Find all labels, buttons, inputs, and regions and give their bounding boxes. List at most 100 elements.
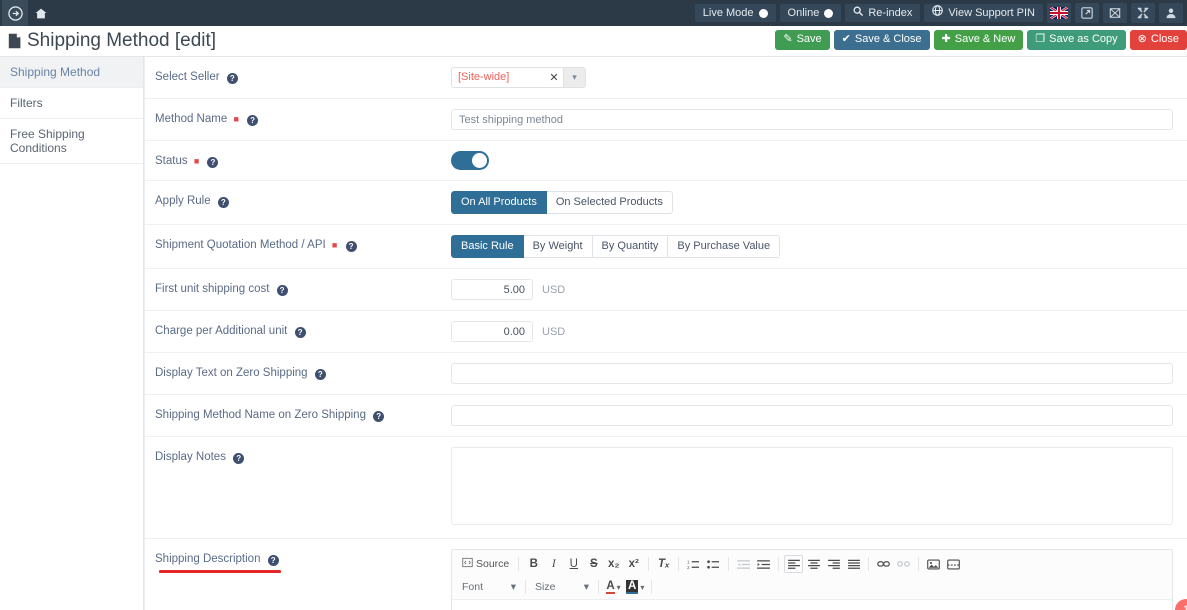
help-icon[interactable]: ? <box>314 369 326 380</box>
topbar-right-group: Live Mode Online Re-index View Support P… <box>694 3 1185 23</box>
seller-select-value: [Site-wide] <box>458 71 510 83</box>
broken-image-icon[interactable] <box>1103 3 1127 23</box>
background-color-button[interactable]: A ▾ <box>624 578 646 596</box>
increase-indent-button[interactable] <box>754 555 773 573</box>
label-additional-unit-cost: Charge per Additional unit ? <box>155 321 451 338</box>
method-name-input[interactable] <box>451 109 1173 130</box>
font-size-select[interactable]: Size ▾ <box>531 579 593 596</box>
quotation-option-by-quantity[interactable]: By Quantity <box>592 235 669 258</box>
save-as-copy-button[interactable]: ❐ Save as Copy <box>1027 30 1126 50</box>
help-icon[interactable]: ? <box>276 285 288 296</box>
save-as-copy-label: Save as Copy <box>1049 33 1118 45</box>
save-and-new-button[interactable]: ✚ Save & New <box>933 30 1024 50</box>
action-toolbar: ✎ Save ✔ Save & Close ✚ Save & New ❐ Sav… <box>775 30 1187 50</box>
display-notes-textarea[interactable] <box>451 447 1173 525</box>
label-text: First unit shipping cost <box>155 283 270 295</box>
online-status-toggle[interactable]: Online <box>779 4 842 22</box>
sidebar-item-label: Free Shipping Conditions <box>10 127 85 155</box>
sidebar-item-filters[interactable]: Filters <box>0 88 143 119</box>
italic-button[interactable]: I <box>544 555 563 573</box>
help-icon[interactable]: ? <box>294 327 306 338</box>
apply-rule-option-all-products[interactable]: On All Products <box>451 191 547 214</box>
sidebar-item-label: Filters <box>10 96 43 110</box>
apply-rule-option-selected-products[interactable]: On Selected Products <box>546 191 673 214</box>
page-break-button[interactable] <box>944 555 963 573</box>
close-button[interactable]: ⊗ Close <box>1129 30 1187 50</box>
quotation-option-by-weight[interactable]: By Weight <box>523 235 593 258</box>
subscript-button[interactable]: x₂ <box>604 555 623 573</box>
quotation-option-by-purchase-value[interactable]: By Purchase Value <box>668 235 781 258</box>
align-center-button[interactable] <box>804 555 823 573</box>
field-row-shipping-description: Shipping Description ? Source B I U S x₂… <box>145 539 1187 610</box>
first-unit-cost-input[interactable] <box>451 279 533 300</box>
text-color-button[interactable]: A ▾ <box>604 578 623 596</box>
field-row-method-name: Method Name ■ ? <box>145 99 1187 141</box>
zero-shipping-text-input[interactable] <box>451 363 1173 384</box>
reindex-button[interactable]: Re-index <box>845 4 921 22</box>
toolbar-separator <box>678 557 680 571</box>
uk-flag-icon[interactable] <box>1047 3 1071 23</box>
status-toggle[interactable] <box>451 151 489 170</box>
required-marker: ■ <box>193 155 200 166</box>
help-icon[interactable]: ? <box>267 555 279 566</box>
help-icon[interactable]: ? <box>233 453 245 464</box>
save-button[interactable]: ✎ Save <box>775 30 830 50</box>
chevron-down-icon[interactable]: ▾ <box>563 68 585 87</box>
additional-unit-cost-currency: USD <box>542 325 566 338</box>
image-button[interactable] <box>924 555 943 573</box>
toolbar-separator <box>598 580 599 594</box>
unlink-button[interactable] <box>894 555 913 573</box>
fullscreen-icon[interactable] <box>1131 3 1155 23</box>
sidebar-item-shipping-method[interactable]: Shipping Method <box>0 57 143 88</box>
decrease-indent-button[interactable] <box>734 555 753 573</box>
page-header: Shipping Method [edit] ✎ Save ✔ Save & C… <box>0 26 1187 56</box>
view-support-pin-button[interactable]: View Support PIN <box>924 4 1043 22</box>
label-text: Select Seller <box>155 71 220 83</box>
help-icon[interactable]: ? <box>207 157 219 168</box>
strikethrough-button[interactable]: S <box>584 555 603 573</box>
numbered-list-button[interactable]: 1 2 <box>684 555 703 573</box>
control-additional-unit-cost: USD <box>451 321 1173 342</box>
clear-x-icon[interactable]: ✕ <box>545 68 563 87</box>
label-first-unit-cost: First unit shipping cost ? <box>155 279 451 296</box>
page-title: Shipping Method [edit] <box>8 30 216 52</box>
zero-shipping-name-input[interactable] <box>451 405 1173 426</box>
align-right-button[interactable] <box>824 555 843 573</box>
help-icon[interactable]: ? <box>345 241 357 252</box>
align-left-button[interactable] <box>784 555 804 573</box>
underline-button[interactable]: U <box>564 555 583 573</box>
user-avatar-icon[interactable] <box>1159 3 1183 23</box>
toolbar-separator <box>525 580 526 594</box>
copy-icon: ❐ <box>1035 33 1046 45</box>
font-family-select[interactable]: Font ▾ <box>458 579 520 596</box>
help-icon[interactable]: ? <box>373 411 385 422</box>
edit-square-icon: ✎ <box>783 33 793 45</box>
superscript-button[interactable]: x² <box>624 555 643 573</box>
external-link-icon[interactable] <box>1075 3 1099 23</box>
seller-select[interactable]: [Site-wide] ✕ ▾ <box>451 67 586 88</box>
help-icon[interactable]: ? <box>226 73 238 84</box>
editor-toolbar-row-2: Font ▾ Size ▾ A ▾ A ▾ <box>458 577 1166 597</box>
help-icon[interactable]: ? <box>217 197 229 208</box>
remove-format-button[interactable]: Tₓ <box>654 555 673 573</box>
home-icon[interactable] <box>28 0 54 26</box>
source-button[interactable]: Source <box>458 555 513 573</box>
save-and-close-button[interactable]: ✔ Save & Close <box>833 30 930 50</box>
align-justify-button[interactable] <box>844 555 863 573</box>
field-row-quotation-method: Shipment Quotation Method / API ■ ? Basi… <box>145 225 1187 269</box>
editor-content-area[interactable]: In publishing and graphic design, Lorem … <box>452 600 1172 610</box>
link-button[interactable] <box>874 555 893 573</box>
close-circle-icon: ⊗ <box>1137 33 1147 45</box>
control-zero-shipping-name <box>451 405 1173 426</box>
help-icon[interactable]: ? <box>247 115 259 126</box>
quotation-option-basic-rule[interactable]: Basic Rule <box>451 235 524 258</box>
bold-button[interactable]: B <box>524 555 543 573</box>
sidebar-item-free-shipping-conditions[interactable]: Free Shipping Conditions <box>0 119 143 164</box>
arrow-circle-right-icon[interactable] <box>2 0 28 26</box>
close-button-label: Close <box>1150 33 1179 45</box>
bulleted-list-button[interactable] <box>704 555 723 573</box>
search-icon <box>853 4 864 22</box>
plus-icon: ✚ <box>941 33 951 45</box>
live-mode-toggle[interactable]: Live Mode <box>694 4 776 22</box>
additional-unit-cost-input[interactable] <box>451 321 533 342</box>
